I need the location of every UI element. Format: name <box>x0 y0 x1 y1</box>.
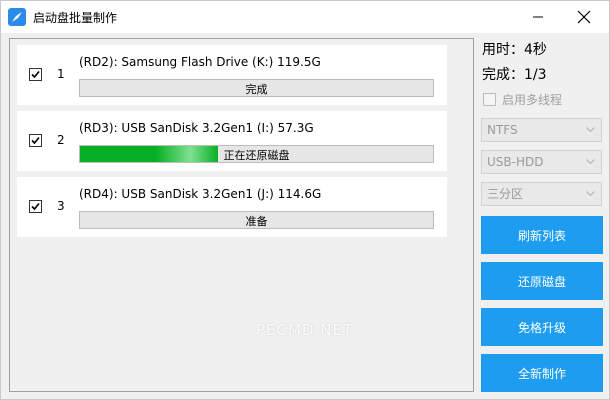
device-progress-bar: 准备 <box>79 211 434 229</box>
title-bar[interactable]: 启动盘批量制作 <box>1 1 609 33</box>
app-logo-icon <box>8 8 26 26</box>
device-checkbox-2[interactable] <box>29 134 42 147</box>
app-window: 启动盘批量制作 1 (RD2): Samsung Flash Drive (K:… <box>0 0 610 400</box>
chevron-down-icon <box>586 191 595 197</box>
watermark: PECMD.NET <box>256 321 354 339</box>
device-checkbox-3[interactable] <box>29 200 42 213</box>
device-index: 1 <box>57 67 65 81</box>
device-status: 完成 <box>245 83 268 96</box>
device-label: (RD2): Samsung Flash Drive (K:) 119.5G <box>79 55 321 69</box>
minimize-icon <box>533 16 543 18</box>
multithread-checkbox[interactable] <box>483 93 496 106</box>
device-progress-bar: 正在还原磁盘 <box>79 145 434 163</box>
restore-disk-button[interactable]: 还原磁盘 <box>481 262 603 300</box>
device-row-3: 3 (RD4): USB SanDisk 3.2Gen1 (J:) 114.6G… <box>17 177 447 237</box>
window-title: 启动盘批量制作 <box>33 11 118 25</box>
device-status: 准备 <box>245 215 268 228</box>
device-list: 1 (RD2): Samsung Flash Drive (K:) 119.5G… <box>9 38 474 392</box>
close-icon <box>577 10 591 24</box>
filesystem-value: NTFS <box>487 123 518 137</box>
device-status: 正在还原磁盘 <box>223 149 290 162</box>
elapsed-time: 用时：4秒 <box>482 42 547 58</box>
device-row-2: 2 (RD3): USB SanDisk 3.2Gen1 (I:) 57.3G … <box>17 111 447 171</box>
device-index: 2 <box>57 133 65 147</box>
partition-value: 三分区 <box>487 187 524 201</box>
device-label: (RD3): USB SanDisk 3.2Gen1 (I:) 57.3G <box>79 121 314 135</box>
chevron-down-icon <box>586 127 595 133</box>
checkmark-icon <box>31 202 40 211</box>
boot-mode-select[interactable]: USB-HDD <box>481 150 602 174</box>
new-create-button[interactable]: 全新制作 <box>481 354 603 392</box>
partition-select[interactable]: 三分区 <box>481 182 602 206</box>
filesystem-select[interactable]: NTFS <box>481 118 602 142</box>
device-row-1: 1 (RD2): Samsung Flash Drive (K:) 119.5G… <box>17 45 447 105</box>
multithread-label: 启用多线程 <box>502 93 563 107</box>
device-progress-bar: 完成 <box>79 79 434 97</box>
checkmark-icon <box>31 70 40 79</box>
device-index: 3 <box>57 199 65 213</box>
multithread-toggle[interactable]: 启用多线程 <box>483 91 562 108</box>
completed-count: 完成：1/3 <box>482 67 547 83</box>
device-checkbox-1[interactable] <box>29 68 42 81</box>
close-button[interactable] <box>561 1 607 33</box>
minimize-button[interactable] <box>515 1 561 33</box>
checkmark-icon <box>31 136 40 145</box>
format-free-upgrade-button[interactable]: 免格升级 <box>481 308 603 346</box>
device-label: (RD4): USB SanDisk 3.2Gen1 (J:) 114.6G <box>79 187 322 201</box>
chevron-down-icon <box>586 159 595 165</box>
refresh-list-button[interactable]: 刷新列表 <box>481 216 603 254</box>
boot-mode-value: USB-HDD <box>487 155 544 169</box>
